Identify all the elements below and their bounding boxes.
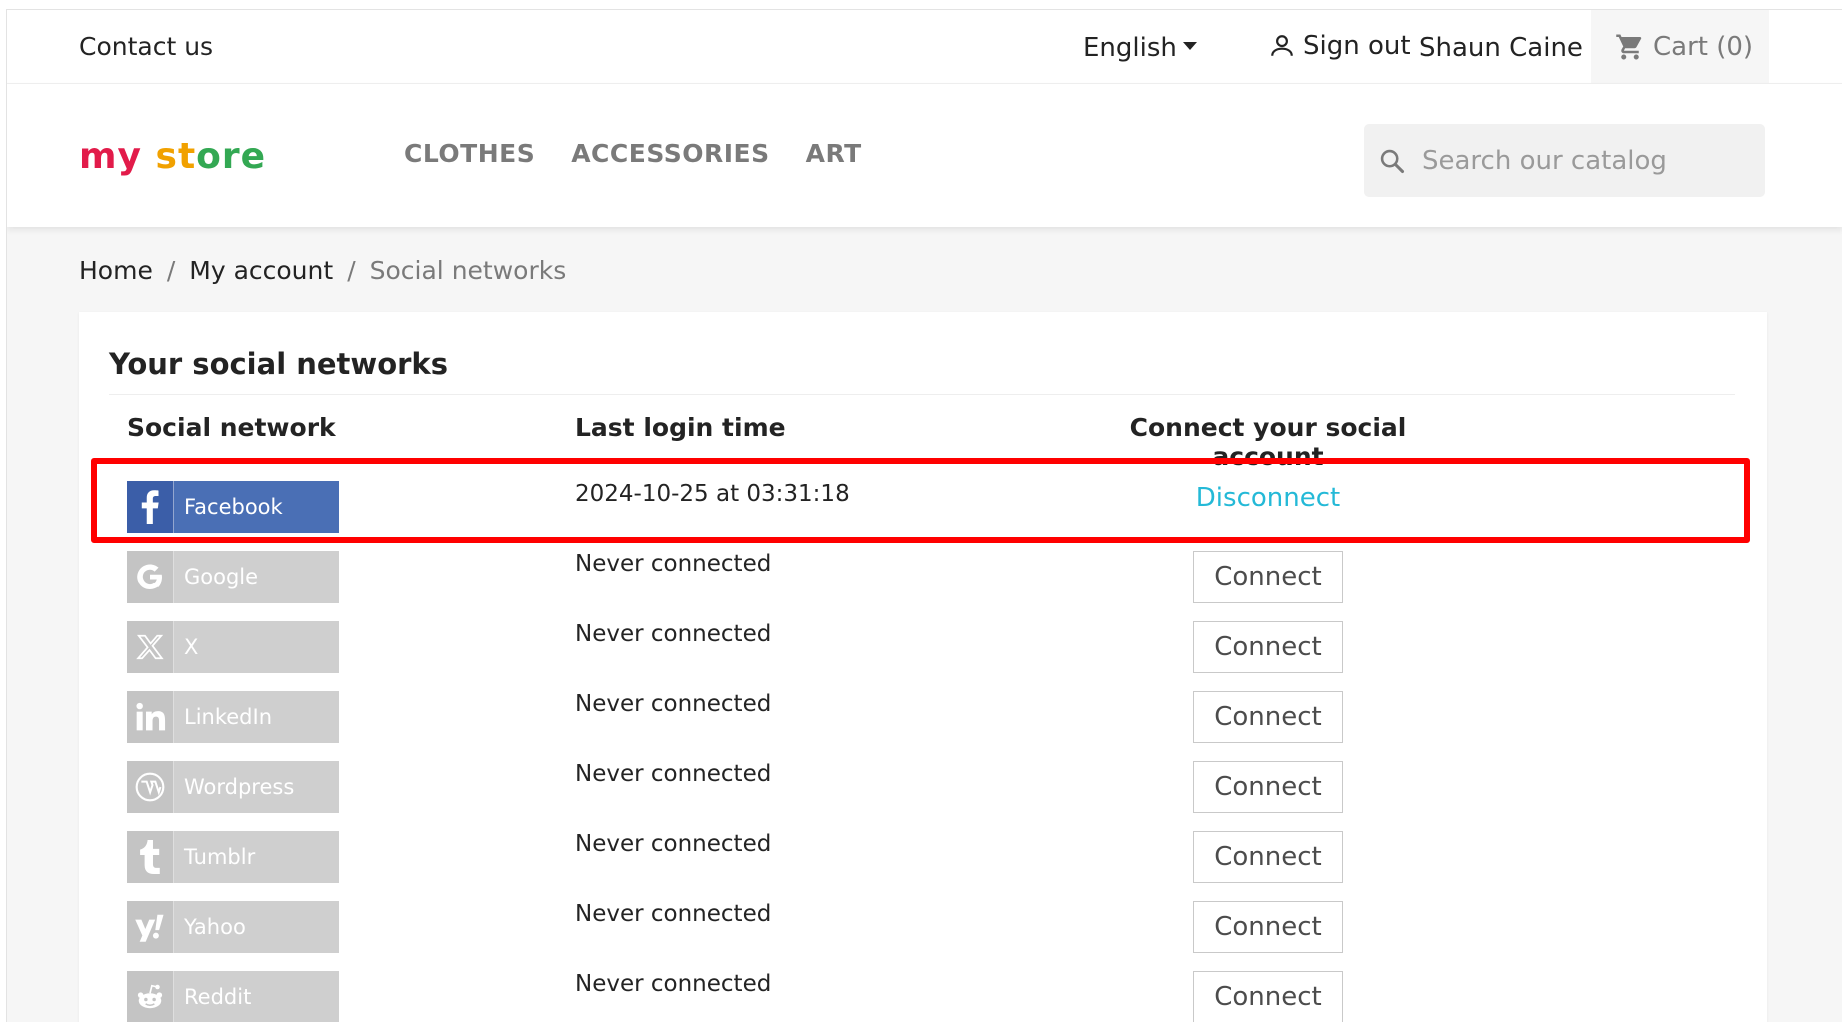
action-cell: Connect <box>1091 901 1445 953</box>
column-header-connect: Connect your social account <box>1129 413 1407 471</box>
breadcrumb-separator: / <box>166 256 176 285</box>
network-badge-linkedin[interactable]: LinkedIn <box>127 691 339 743</box>
disconnect-link-facebook[interactable]: Disconnect <box>1196 483 1340 513</box>
breadcrumb-separator: / <box>347 256 356 285</box>
wordpress-icon <box>127 761 174 813</box>
google-icon <box>127 551 174 603</box>
network-badge-yahoo[interactable]: Yahoo <box>127 901 339 953</box>
breadcrumb: Home / My account / Social networks <box>79 256 566 285</box>
cart-button[interactable]: Cart (0) <box>1591 10 1769 83</box>
x-icon <box>127 621 174 673</box>
table-row: X Never connected Connect <box>127 621 1727 673</box>
top-nav: Contact us English Sign out Shaun Caine … <box>7 10 1842 84</box>
breadcrumb-my-account[interactable]: My account <box>189 256 333 285</box>
sign-out-label: Sign out <box>1303 31 1411 61</box>
table-row: Reddit Never connected Connect <box>127 971 1727 1022</box>
connect-button-yahoo[interactable]: Connect <box>1193 901 1343 953</box>
table-row: Yahoo Never connected Connect <box>127 901 1727 953</box>
connect-button-linkedin[interactable]: Connect <box>1193 691 1343 743</box>
page-title: Your social networks <box>109 347 448 381</box>
language-label: English <box>1083 33 1177 63</box>
connect-button-google[interactable]: Connect <box>1193 551 1343 603</box>
window-top-edge <box>0 0 1842 9</box>
connect-button-tumblr[interactable]: Connect <box>1193 831 1343 883</box>
breadcrumb-current: Social networks <box>369 256 567 285</box>
last-login-time: Never connected <box>575 831 772 857</box>
store-logo[interactable]: my store <box>79 136 266 177</box>
last-login-time: Never connected <box>575 761 772 787</box>
table-row: LinkedIn Never connected Connect <box>127 691 1727 743</box>
network-badge-facebook[interactable]: Facebook <box>127 481 339 533</box>
linkedin-icon <box>127 691 174 743</box>
network-name: Facebook <box>184 495 283 519</box>
action-cell: Connect <box>1091 761 1445 813</box>
menu-item-clothes[interactable]: CLOTHES <box>404 139 535 168</box>
yahoo-icon <box>127 901 174 953</box>
network-badge-tumblr[interactable]: Tumblr <box>127 831 339 883</box>
contact-us-link[interactable]: Contact us <box>79 32 213 61</box>
menu-item-accessories[interactable]: ACCESSORIES <box>571 139 769 168</box>
network-badge-google[interactable]: Google <box>127 551 339 603</box>
table-row: Tumblr Never connected Connect <box>127 831 1727 883</box>
network-name: Yahoo <box>184 915 246 939</box>
logo-part: ore <box>196 136 267 177</box>
menu-item-art[interactable]: ART <box>806 139 862 168</box>
network-name: X <box>184 635 199 659</box>
main-menu: CLOTHES ACCESSORIES ART <box>404 139 862 168</box>
last-login-time: Never connected <box>575 901 772 927</box>
table-row: Facebook 2024-10-25 at 03:31:18 Disconne… <box>127 481 1727 533</box>
user-icon <box>1271 35 1293 56</box>
network-name: LinkedIn <box>184 705 273 729</box>
network-name: Reddit <box>184 985 252 1009</box>
last-login-time: Never connected <box>575 971 772 997</box>
site-header: my store CLOTHES ACCESSORIES ART <box>7 84 1842 227</box>
facebook-icon <box>127 481 174 533</box>
network-name: Google <box>184 565 259 589</box>
action-cell: Connect <box>1091 831 1445 883</box>
column-header-last-login: Last login time <box>575 413 786 442</box>
account-name-link[interactable]: Shaun Caine <box>1419 33 1583 63</box>
language-selector[interactable]: English <box>1083 33 1197 63</box>
action-cell: Connect <box>1091 551 1445 603</box>
divider <box>109 394 1735 395</box>
breadcrumb-home[interactable]: Home <box>79 256 153 285</box>
reddit-icon <box>127 971 174 1022</box>
connect-button-x[interactable]: Connect <box>1193 621 1343 673</box>
network-name: Tumblr <box>184 845 256 869</box>
tumblr-icon <box>127 831 174 883</box>
network-badge-wordpress[interactable]: Wordpress <box>127 761 339 813</box>
connect-button-wordpress[interactable]: Connect <box>1193 761 1343 813</box>
logo-part: my <box>79 136 142 177</box>
search-icon[interactable] <box>1378 147 1406 175</box>
table-row: Wordpress Never connected Connect <box>127 761 1727 813</box>
network-badge-x[interactable]: X <box>127 621 339 673</box>
last-login-time: Never connected <box>575 691 772 717</box>
table-row: Google Never connected Connect <box>127 551 1727 603</box>
page: Contact us English Sign out Shaun Caine … <box>6 9 1842 1022</box>
action-cell: Disconnect <box>1091 481 1445 513</box>
shopping-cart-icon <box>1616 34 1642 59</box>
connect-button-reddit[interactable]: Connect <box>1193 971 1343 1022</box>
social-networks-card: Your social networks Social network Last… <box>79 312 1767 1022</box>
last-login-time: Never connected <box>575 551 772 577</box>
last-login-time: Never connected <box>575 621 772 647</box>
action-cell: Connect <box>1091 621 1445 673</box>
last-login-time: 2024-10-25 at 03:31:18 <box>575 481 850 507</box>
network-badge-reddit[interactable]: Reddit <box>127 971 339 1022</box>
search-box <box>1364 124 1765 197</box>
action-cell: Connect <box>1091 691 1445 743</box>
network-name: Wordpress <box>184 775 295 799</box>
cart-label: Cart (0) <box>1653 31 1754 62</box>
column-header-social-network: Social network <box>127 413 336 442</box>
search-input[interactable] <box>1420 144 1744 177</box>
caret-down-icon <box>1182 41 1197 50</box>
sign-out-link[interactable]: Sign out <box>1269 31 1411 61</box>
action-cell: Connect <box>1091 971 1445 1022</box>
logo-part <box>142 136 156 177</box>
logo-part: st <box>155 136 197 177</box>
